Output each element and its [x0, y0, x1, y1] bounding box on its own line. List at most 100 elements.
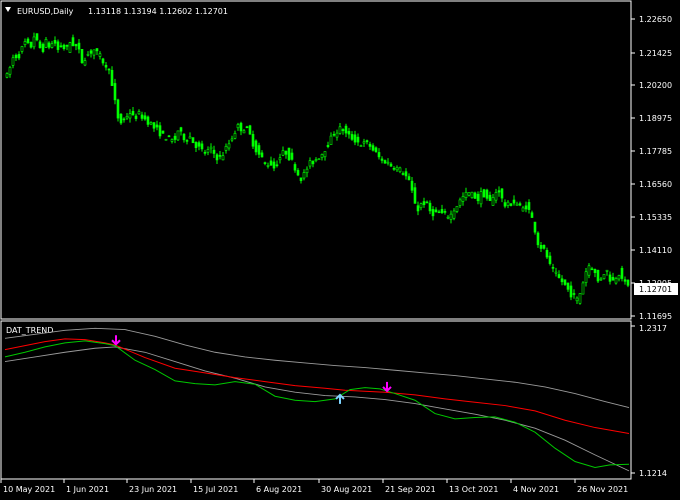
candle-body — [581, 282, 585, 295]
candle-body — [203, 151, 207, 154]
candle-body — [446, 216, 450, 219]
candle-body — [476, 193, 480, 202]
candle-body — [362, 141, 366, 144]
candle-body — [86, 53, 90, 56]
candle-body — [173, 135, 177, 140]
candle-body — [368, 143, 372, 147]
candle-body — [50, 43, 54, 48]
candle-body — [161, 130, 165, 134]
candle-body — [74, 44, 78, 47]
candle-body — [398, 167, 402, 173]
candle-body — [380, 158, 384, 161]
candle-body — [164, 138, 168, 141]
candle-body — [473, 192, 477, 199]
candle-body — [458, 199, 462, 206]
candle-body — [509, 203, 513, 206]
candle-body — [590, 268, 594, 271]
price-tick-label: 1.15335 — [639, 213, 672, 222]
candle-body — [365, 140, 369, 143]
candle-body — [335, 132, 339, 138]
candle-body — [554, 271, 558, 274]
candle-body — [377, 152, 381, 158]
candle-body — [515, 203, 519, 206]
candle-body — [152, 122, 156, 129]
candle-body — [227, 143, 231, 149]
candle-body — [338, 126, 342, 134]
candle-body — [563, 279, 567, 285]
candle-body — [332, 133, 336, 136]
candle-body — [137, 111, 141, 115]
candle-body — [392, 168, 396, 170]
indicator-scale-bottom: 1.1214 — [639, 469, 667, 478]
price-tick-label: 1.11695 — [639, 312, 672, 321]
candle-body — [122, 118, 126, 121]
candle-body — [626, 279, 630, 286]
candle-body — [32, 36, 36, 48]
candle-body — [494, 192, 498, 201]
candle-body — [596, 269, 600, 282]
candle-body — [185, 140, 189, 142]
candle-body — [221, 155, 225, 161]
price-tick-label: 1.20200 — [639, 81, 672, 90]
time-label: 23 Jun 2021 — [129, 485, 177, 494]
candle-body — [344, 125, 348, 134]
candle-body — [551, 267, 555, 269]
candle-body — [401, 173, 405, 175]
candle-body — [602, 274, 606, 279]
candle-body — [233, 133, 237, 139]
candle-body — [485, 189, 489, 199]
candle-body — [53, 40, 57, 44]
candle-body — [251, 134, 255, 147]
candle-body — [437, 211, 441, 214]
candle-body — [431, 209, 435, 217]
candle-body — [119, 113, 123, 124]
candle-body — [278, 157, 282, 161]
candle-body — [539, 245, 543, 249]
candle-body — [167, 135, 171, 138]
candle-body — [536, 232, 540, 246]
candle-body — [599, 278, 603, 281]
candle-body — [410, 180, 414, 191]
time-label: 21 Sep 2021 — [385, 485, 436, 494]
candle-body — [179, 127, 183, 132]
candle-body — [263, 162, 267, 164]
indicator-scale-top: 1.2317 — [639, 324, 667, 333]
candle-body — [206, 149, 210, 153]
candle-body — [290, 152, 294, 160]
candle-body — [77, 42, 81, 50]
candle-body — [272, 161, 276, 169]
candle-body — [359, 145, 363, 147]
candle-body — [449, 213, 453, 220]
candle-body — [92, 49, 96, 56]
candle-body — [68, 42, 72, 53]
candle-body — [5, 73, 9, 78]
candle-body — [320, 154, 324, 158]
candle-body — [512, 199, 516, 204]
candle-body — [296, 170, 300, 176]
time-label: 4 Nov 2021 — [513, 485, 559, 494]
candle-body — [170, 139, 174, 142]
candle-body — [455, 205, 459, 212]
candle-body — [269, 160, 273, 166]
candle-body — [197, 142, 201, 147]
candle-body — [254, 140, 258, 153]
candle-body — [557, 274, 561, 278]
candle-body — [191, 137, 195, 144]
candle-body — [131, 110, 135, 116]
candle-body — [605, 269, 609, 272]
candle-body — [38, 41, 42, 49]
candle-body — [182, 133, 186, 141]
candle-body — [128, 113, 132, 119]
candle-body — [17, 54, 21, 59]
candle-body — [107, 68, 111, 71]
candle-body — [200, 143, 204, 150]
price-tick-label: 1.14110 — [639, 246, 672, 255]
candle-body — [149, 122, 153, 125]
candle-body — [500, 188, 504, 199]
time-label: 1 Jun 2021 — [66, 485, 109, 494]
candle-body — [530, 212, 534, 218]
candle-body — [587, 265, 591, 276]
chart-terminal[interactable]: EURUSD,Daily 1.13118 1.13194 1.12602 1.1… — [0, 0, 680, 500]
candle-body — [620, 267, 624, 279]
candle-body — [146, 116, 150, 125]
